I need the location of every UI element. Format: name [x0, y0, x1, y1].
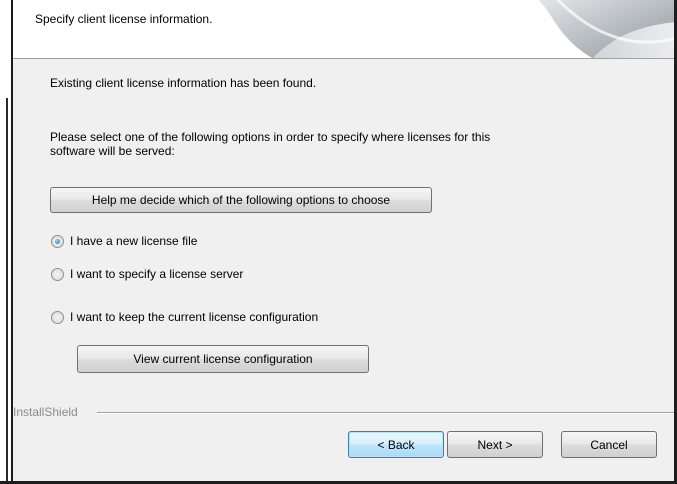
- license-found-text: Existing client license information has …: [50, 76, 317, 90]
- radio-button-selected[interactable]: [51, 234, 64, 248]
- instruction-line-2: software will be served:: [50, 144, 175, 158]
- window-border-shadow: [6, 98, 8, 484]
- footer-divider-highlight: [97, 413, 674, 414]
- instruction-text: Please select one of the following optio…: [50, 130, 610, 158]
- radio-label: I want to specify a license server: [70, 267, 244, 281]
- radio-button[interactable]: [51, 267, 64, 281]
- back-button[interactable]: < Back: [348, 431, 444, 458]
- setup-banner-swoosh-icon: [538, 0, 674, 58]
- radio-option-license-server[interactable]: I want to specify a license server: [51, 267, 243, 281]
- header-description: Specify client license information.: [35, 12, 213, 26]
- view-current-config-button[interactable]: View current license configuration: [77, 345, 369, 373]
- help-me-decide-button[interactable]: Help me decide which of the following op…: [50, 187, 432, 213]
- radio-label: I want to keep the current license confi…: [70, 310, 319, 324]
- installshield-brand: InstallShield: [13, 405, 78, 419]
- radio-button[interactable]: [51, 310, 64, 324]
- radio-option-keep-current[interactable]: I want to keep the current license confi…: [51, 310, 318, 324]
- instruction-line-1: Please select one of the following optio…: [50, 130, 491, 144]
- next-button[interactable]: Next >: [447, 431, 543, 458]
- radio-option-new-license-file[interactable]: I have a new license file: [51, 234, 197, 248]
- dialog-header: Specify client license information.: [13, 0, 674, 59]
- cancel-button[interactable]: Cancel: [561, 431, 657, 458]
- radio-label: I have a new license file: [70, 234, 198, 248]
